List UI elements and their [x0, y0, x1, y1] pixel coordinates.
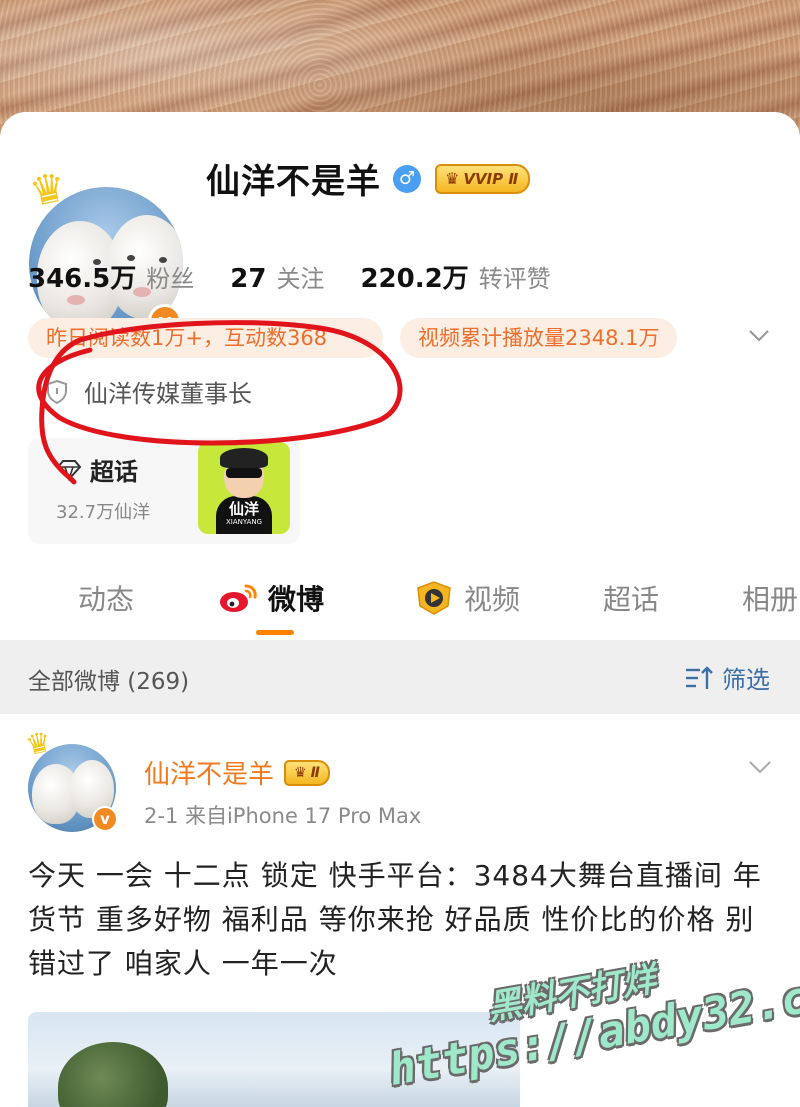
stat-label: 关注	[276, 265, 325, 293]
thumb-subtitle: XIANYANG	[225, 518, 263, 526]
shield-icon	[47, 379, 67, 404]
post-vip-label: Ⅱ	[310, 764, 320, 781]
male-icon: ♂	[393, 164, 421, 193]
tab-video[interactable]: 视频	[414, 578, 520, 618]
tab-weibo[interactable]: 微博	[218, 578, 324, 618]
thumb-title: 仙洋	[228, 500, 259, 518]
tab-label: 动态	[78, 583, 135, 616]
profile-name: 仙洋不是羊	[206, 162, 381, 202]
vip-crown-icon: ♛	[445, 169, 460, 188]
tab-album[interactable]: 相册	[742, 578, 798, 618]
filter-icon	[686, 665, 713, 689]
tab-label: 视频	[464, 583, 521, 616]
post-author-name[interactable]: 仙洋不是羊	[144, 754, 274, 791]
vip-crown-icon: ♛	[294, 764, 307, 781]
tab-activity[interactable]: 动态	[78, 578, 134, 618]
weibo-icon	[220, 584, 257, 612]
profile-stats: 346.5万 粉丝 27 关注 220.2万 转评赞	[28, 258, 587, 295]
video-plays-pill[interactable]: 视频累计播放量2348.1万	[400, 318, 678, 358]
diamond-icon	[56, 459, 82, 481]
profile-tabs: 动态 微博 视频 超话 相册	[0, 570, 800, 640]
tab-label: 超话	[603, 583, 660, 616]
job-title: 仙洋传媒董事长	[84, 380, 252, 408]
job-title-row: 仙洋传媒董事长	[46, 374, 252, 409]
stat-value: 346.5万	[28, 264, 137, 294]
reading-stats-pill[interactable]: 昨日阅读数1万+，互动数368	[28, 318, 383, 358]
vip-badge-icon[interactable]: ♛ VVIP Ⅱ	[435, 163, 531, 194]
active-tab-indicator	[256, 630, 294, 635]
crown-icon: ♛	[25, 163, 71, 217]
super-topic-name: 超话	[90, 458, 138, 486]
post-body: 今天 一会 十二点 锁定 快手平台：3484大舞台直播间 年货节 重多好物 福利…	[28, 859, 762, 980]
video-icon	[417, 581, 451, 615]
post-author-row: 仙洋不是羊 ♛ Ⅱ	[144, 754, 330, 791]
post-avatar[interactable]: ♛ v	[23, 725, 118, 832]
vip-badge-icon[interactable]: ♛ Ⅱ	[284, 759, 330, 786]
stat-followers[interactable]: 346.5万 粉丝	[28, 258, 194, 295]
super-topic-members: 32.7万仙洋	[56, 502, 151, 523]
chevron-down-icon[interactable]	[748, 758, 772, 776]
super-topic-thumbnail: 仙洋 XIANYANG	[198, 442, 290, 534]
stat-label: 粉丝	[146, 265, 195, 293]
stat-label: 转评赞	[478, 265, 551, 293]
stat-following[interactable]: 27 关注	[230, 259, 324, 294]
tree-image	[58, 1042, 168, 1107]
crown-icon: ♛	[22, 724, 55, 763]
super-topic-card[interactable]: 超话 32.7万仙洋 仙洋 XIANYANG	[28, 438, 300, 544]
filter-button[interactable]: 筛选	[684, 660, 770, 695]
post-meta: 2-1 来自iPhone 17 Pro Max	[144, 804, 422, 828]
tab-label: 微博	[268, 583, 325, 616]
stat-value: 27	[230, 264, 267, 294]
filter-bar: 全部微博 (269) 筛选	[0, 640, 800, 714]
stat-value: 220.2万	[360, 264, 469, 294]
verified-icon: v	[92, 806, 118, 832]
stat-reposts-likes[interactable]: 220.2万 转评赞	[360, 258, 550, 295]
tab-label: 相册	[742, 583, 799, 616]
tab-super-topic[interactable]: 超话	[603, 578, 659, 618]
super-topic-title: 超话	[56, 452, 138, 487]
profile-card: ♛ v 仙洋不是羊 ♂ ♛ VVIP Ⅱ 346.5万 粉丝 27 关注 220…	[0, 112, 800, 642]
profile-name-row: 仙洋不是羊 ♂ ♛ VVIP Ⅱ	[206, 154, 531, 203]
post-count-label: 全部微博 (269)	[28, 669, 190, 695]
vip-label: VVIP Ⅱ	[463, 169, 519, 188]
filter-label: 筛选	[722, 666, 770, 694]
chevron-down-icon[interactable]	[748, 324, 770, 346]
